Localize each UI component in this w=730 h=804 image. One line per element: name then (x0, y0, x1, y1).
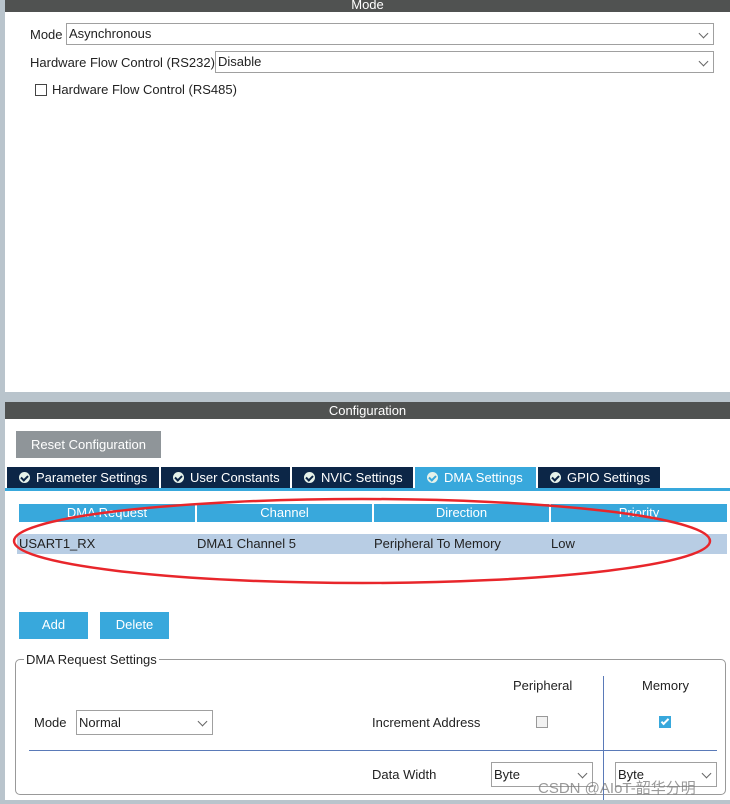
add-button[interactable]: Add (19, 612, 88, 639)
tab-label: Parameter Settings (36, 470, 148, 485)
rs485-label: Hardware Flow Control (RS485) (52, 82, 237, 97)
chevron-down-icon (698, 56, 709, 67)
reset-configuration-button[interactable]: Reset Configuration (16, 431, 161, 458)
tab-underline (5, 488, 730, 491)
tab-parameter-settings[interactable]: Parameter Settings (7, 467, 159, 488)
tab-user-constants[interactable]: User Constants (161, 467, 290, 488)
peripheral-label: Peripheral (513, 678, 573, 693)
rs232-select[interactable]: Disable (215, 51, 714, 73)
tab-label: NVIC Settings (321, 470, 403, 485)
mode-header: Mode (5, 0, 730, 12)
memory-increment-checkbox[interactable] (659, 716, 671, 728)
data-width-label: Data Width (372, 767, 437, 782)
mode-select[interactable]: Asynchronous (66, 23, 714, 45)
dma-mode-label: Mode (34, 715, 67, 730)
chevron-down-icon (197, 716, 208, 727)
dma-mode-value: Normal (79, 715, 121, 730)
check-circle-icon (19, 472, 30, 483)
rs485-checkbox[interactable] (35, 84, 47, 96)
tab-label: GPIO Settings (567, 470, 651, 485)
tab-label: DMA Settings (444, 470, 523, 485)
chevron-down-icon (698, 28, 709, 39)
check-circle-icon (427, 472, 438, 483)
check-circle-icon (304, 472, 315, 483)
checkmark-icon (660, 716, 670, 726)
peripheral-increment-checkbox[interactable] (536, 716, 548, 728)
check-circle-icon (173, 472, 184, 483)
delete-button[interactable]: Delete (100, 612, 169, 639)
mode-value: Asynchronous (69, 26, 152, 41)
tab-dma-settings[interactable]: DMA Settings (415, 467, 536, 488)
mode-label: Mode (30, 27, 63, 42)
dma-request-settings-title: DMA Request Settings (24, 652, 159, 667)
tab-label: User Constants (190, 470, 280, 485)
check-circle-icon (550, 472, 561, 483)
chevron-down-icon (701, 768, 712, 779)
peripheral-width-value: Byte (494, 767, 521, 782)
dma-mode-select[interactable]: Normal (76, 710, 213, 735)
watermark: CSDN @AIoT-韶华分明 (538, 780, 696, 797)
tab-nvic-settings[interactable]: NVIC Settings (292, 467, 413, 488)
tab-gpio-settings[interactable]: GPIO Settings (538, 467, 660, 488)
row-divider (29, 750, 717, 751)
red-annotation-ellipse (12, 497, 712, 585)
rs232-label: Hardware Flow Control (RS232) (30, 55, 215, 70)
configuration-header: Configuration (5, 402, 730, 419)
memory-label: Memory (642, 678, 689, 693)
rs232-value: Disable (218, 54, 262, 69)
increment-address-label: Increment Address (372, 715, 481, 730)
